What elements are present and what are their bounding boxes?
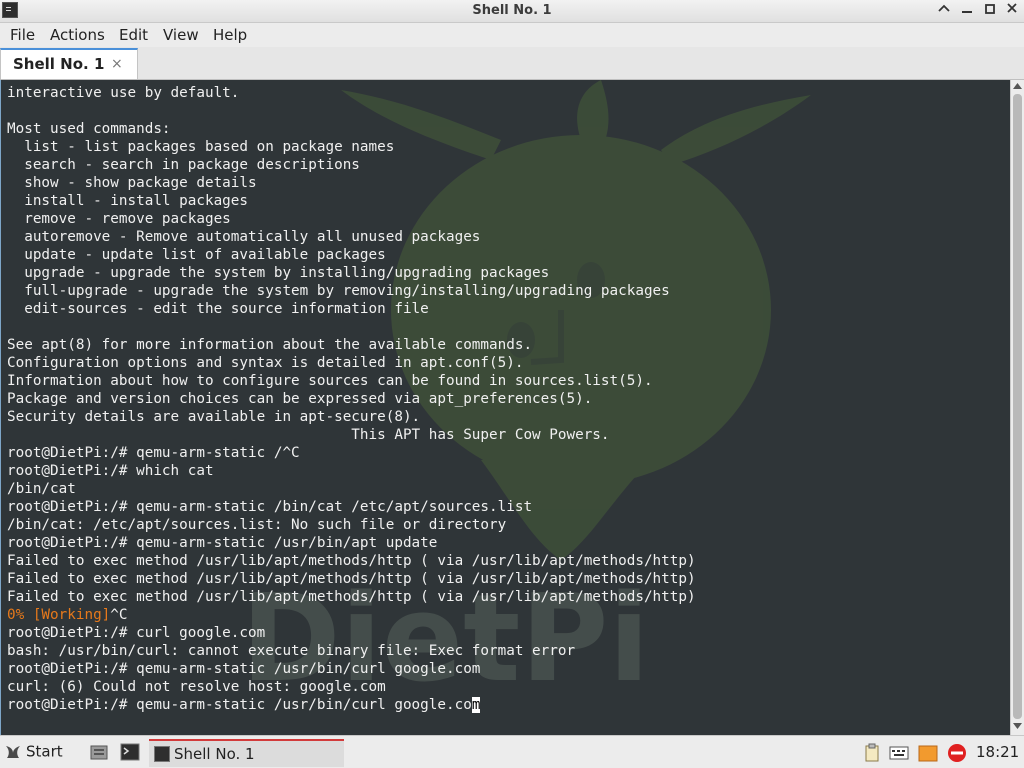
menu-actions[interactable]: Actions	[50, 26, 105, 44]
terminal-line: See apt(8) for more information about th…	[7, 337, 533, 353]
terminal-line: interactive use by default.	[7, 85, 240, 101]
tab-bar: Shell No. 1 ×	[0, 47, 1024, 80]
current-command-text: root@DietPi:/# qemu-arm-static /usr/bin/…	[7, 697, 472, 713]
tab-close-icon[interactable]: ×	[111, 56, 123, 72]
start-menu-icon	[6, 745, 20, 758]
scrollbar-thumb[interactable]	[1013, 94, 1022, 719]
terminal-line: This APT has Super Cow Powers.	[7, 427, 610, 443]
keyboard-layout-icon[interactable]	[889, 743, 909, 763]
minimize-button[interactable]	[958, 2, 976, 20]
terminal-working-line: 0% [Working]^C	[7, 606, 696, 624]
taskbar-item-shell-1[interactable]: Shell No. 1	[149, 739, 344, 767]
terminal-line: bash: /usr/bin/curl: cannot execute bina…	[7, 643, 576, 659]
terminal-line: root@DietPi:/# qemu-arm-static /usr/bin/…	[7, 661, 481, 677]
scroll-down-arrow-icon[interactable]	[1011, 721, 1024, 733]
terminal-line: install - install packages	[7, 193, 249, 209]
terminal-area[interactable]: DietPi interactive use by default. Most u…	[0, 80, 1010, 735]
terminal-line: upgrade - upgrade the system by installi…	[7, 265, 550, 281]
window-titlebar[interactable]: Shell No. 1	[0, 0, 1024, 23]
shade-window-icon[interactable]	[935, 2, 953, 20]
tab-label: Shell No. 1	[13, 55, 105, 73]
terminal-output: interactive use by default. Most used com…	[7, 84, 696, 714]
terminal-line: root@DietPi:/# qemu-arm-static /bin/cat …	[7, 499, 533, 515]
terminal-line: curl: (6) Could not resolve host: google…	[7, 679, 386, 695]
network-disconnected-icon[interactable]	[947, 743, 967, 763]
tab-shell-1[interactable]: Shell No. 1 ×	[0, 48, 138, 79]
scroll-up-arrow-icon[interactable]	[1011, 81, 1024, 93]
terminal-line: Information about how to configure sourc…	[7, 373, 653, 389]
menu-view[interactable]: View	[163, 26, 199, 44]
terminal-line: Failed to exec method /usr/lib/apt/metho…	[7, 571, 696, 587]
menu-bar: File Actions Edit View Help	[0, 23, 1024, 47]
terminal-line: Failed to exec method /usr/lib/apt/metho…	[7, 589, 696, 605]
terminal-line: remove - remove packages	[7, 211, 231, 227]
window-title: Shell No. 1	[472, 3, 552, 18]
start-label: Start	[26, 742, 63, 761]
terminal-line: search - search in package descriptions	[7, 157, 360, 173]
terminal-line: /bin/cat: /etc/apt/sources.list: No such…	[7, 517, 507, 533]
terminal-line: Most used commands:	[7, 121, 171, 137]
terminal-line: /bin/cat	[7, 481, 76, 497]
terminal-line: Package and version choices can be expre…	[7, 391, 593, 407]
apt-progress-text: 0% [Working]	[7, 607, 111, 623]
start-button[interactable]: Start	[4, 742, 63, 764]
close-window-button[interactable]	[1003, 2, 1021, 20]
menu-file[interactable]: File	[10, 26, 35, 44]
terminal-line: root@DietPi:/# qemu-arm-static /usr/bin/…	[7, 535, 438, 551]
text-cursor: m	[471, 697, 481, 713]
clipboard-icon[interactable]	[862, 743, 882, 763]
terminal-line: Failed to exec method /usr/lib/apt/metho…	[7, 553, 696, 569]
file-manager-icon[interactable]	[89, 742, 109, 762]
terminal-line: root@DietPi:/# which cat	[7, 463, 214, 479]
taskbar-clock[interactable]: 18:21	[976, 743, 1019, 761]
terminal-launcher-icon[interactable]	[120, 742, 140, 762]
taskbar: Start Shell No. 1 18:21	[0, 735, 1024, 768]
interrupt-text: ^C	[110, 607, 128, 623]
terminal-line: full-upgrade - upgrade the system by rem…	[7, 283, 670, 299]
terminal-line: show - show package details	[7, 175, 257, 191]
taskbar-item-label: Shell No. 1	[174, 745, 255, 763]
terminal-line: root@DietPi:/# qemu-arm-static /^C	[7, 445, 300, 461]
menu-edit[interactable]: Edit	[119, 26, 148, 44]
terminal-task-icon	[154, 746, 170, 762]
maximize-button[interactable]	[981, 2, 999, 20]
terminal-scrollbar[interactable]	[1010, 80, 1024, 735]
menu-help[interactable]: Help	[213, 26, 247, 44]
terminal-line: Configuration options and syntax is deta…	[7, 355, 524, 371]
terminal-line: update - update list of available packag…	[7, 247, 386, 263]
terminal-line: edit-sources - edit the source informati…	[7, 301, 429, 317]
terminal-line: list - list packages based on package na…	[7, 139, 395, 155]
terminal-prompt-line[interactable]: root@DietPi:/# qemu-arm-static /usr/bin/…	[7, 696, 696, 714]
terminal-line: autoremove - Remove automatically all un…	[7, 229, 481, 245]
terminal-line: root@DietPi:/# curl google.com	[7, 625, 266, 641]
terminal-line: Security details are available in apt-se…	[7, 409, 421, 425]
updates-icon[interactable]	[918, 743, 938, 763]
